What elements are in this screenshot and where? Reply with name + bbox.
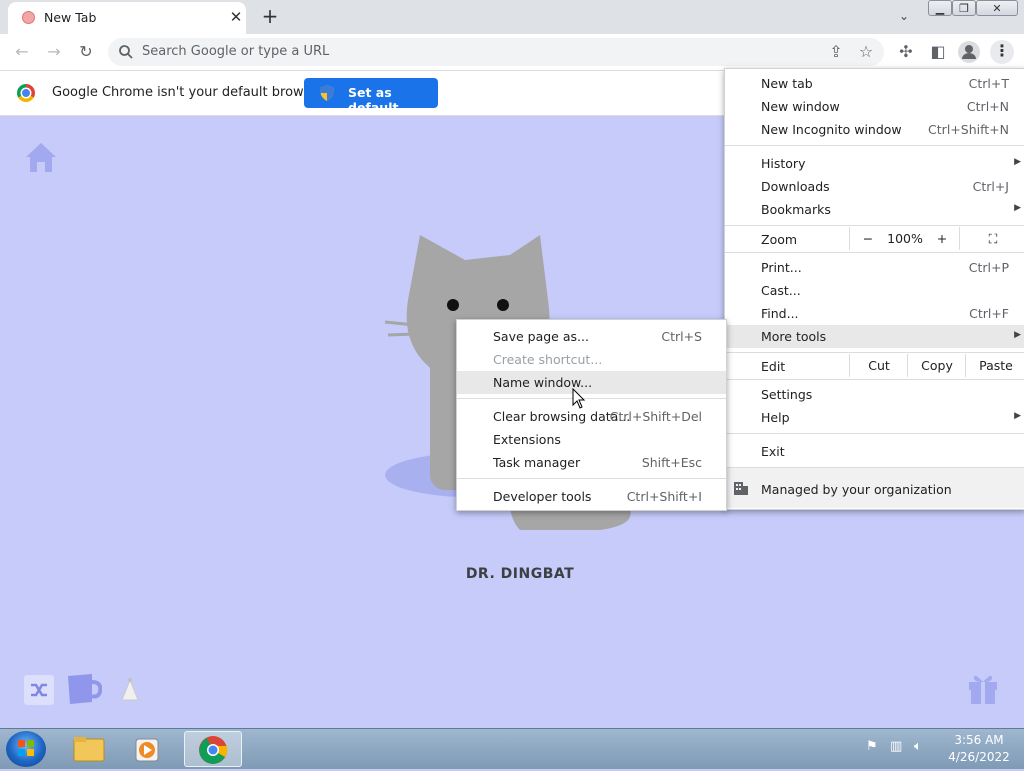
tab-new-tab[interactable]: New Tab ✕ bbox=[8, 2, 246, 34]
uac-shield-icon bbox=[320, 85, 334, 101]
menu-item-new-window[interactable]: New window Ctrl+N bbox=[725, 95, 1024, 118]
chrome-menu-kebab-icon[interactable]: ⋮ bbox=[990, 40, 1014, 64]
submenu-arrow-icon: ▶ bbox=[1014, 330, 1021, 340]
submenu-arrow-icon: ▶ bbox=[1014, 411, 1021, 421]
zoom-in-button[interactable]: + bbox=[925, 227, 959, 250]
system-tray: ⚑ ▥ 🔈︎ bbox=[862, 737, 940, 761]
menu-separator bbox=[725, 145, 1024, 146]
menu-separator bbox=[457, 478, 726, 479]
taskbar-media-player-icon[interactable] bbox=[122, 731, 174, 767]
side-panel-icon[interactable]: ◧ bbox=[926, 40, 950, 64]
window-close-button[interactable]: ✕ bbox=[976, 0, 1018, 16]
mouse-pointer-icon bbox=[572, 388, 586, 409]
window-restore-button[interactable]: ❐ bbox=[952, 0, 976, 16]
building-icon bbox=[733, 480, 749, 496]
menu-item-exit[interactable]: Exit bbox=[725, 440, 1024, 463]
menu-item-developer-tools[interactable]: Developer tools Ctrl+Shift+I bbox=[457, 485, 726, 508]
doodle-title[interactable]: DR. DINGBAT bbox=[420, 566, 620, 582]
chrome-main-menu: New tab Ctrl+T New window Ctrl+N New Incog… bbox=[724, 68, 1024, 510]
edit-copy-button[interactable]: Copy bbox=[907, 354, 966, 377]
edit-cut-button[interactable]: Cut bbox=[849, 354, 908, 377]
menu-separator bbox=[457, 398, 726, 399]
fullscreen-icon[interactable]: ⛶ bbox=[959, 227, 1024, 250]
taskbar-chrome-icon[interactable] bbox=[184, 731, 242, 767]
party-hat-icon[interactable] bbox=[120, 678, 140, 702]
submenu-arrow-icon: ▶ bbox=[1014, 157, 1021, 167]
address-bar-placeholder: Search Google or type a URL bbox=[142, 44, 330, 59]
menu-item-extensions[interactable]: Extensions bbox=[457, 428, 726, 451]
menu-item-history[interactable]: History ▶ bbox=[725, 152, 1024, 175]
menu-item-bookmarks[interactable]: Bookmarks ▶ bbox=[725, 198, 1024, 221]
new-tab-favicon-icon bbox=[22, 11, 35, 24]
search-icon bbox=[119, 45, 133, 59]
home-icon[interactable] bbox=[24, 140, 58, 174]
menu-item-new-incognito-window[interactable]: New Incognito window Ctrl+Shift+N bbox=[725, 118, 1024, 141]
menu-item-find[interactable]: Find... Ctrl+F bbox=[725, 302, 1024, 325]
browser-toolbar: ← → ↻ Search Google or type a URL ⇪ ☆ ✣ … bbox=[0, 34, 1024, 71]
back-arrow-icon[interactable]: ← bbox=[10, 40, 34, 64]
menu-item-help[interactable]: Help ▶ bbox=[725, 406, 1024, 429]
gift-icon[interactable] bbox=[966, 670, 1000, 706]
menu-item-zoom: Zoom − 100% + ⛶ bbox=[725, 227, 1024, 251]
menu-separator bbox=[725, 252, 1024, 253]
menu-item-name-window[interactable]: Name window... bbox=[457, 371, 726, 394]
start-button-windows-icon[interactable] bbox=[6, 731, 46, 767]
tab-strip: New Tab ✕ + ⌄ ▁ ❐ ✕ bbox=[0, 0, 1024, 34]
menu-item-settings[interactable]: Settings bbox=[725, 383, 1024, 406]
more-tools-submenu: Save page as... Ctrl+S Create shortcut...… bbox=[456, 319, 727, 511]
tab-close-icon[interactable]: ✕ bbox=[226, 7, 246, 27]
share-icon[interactable]: ⇪ bbox=[824, 40, 848, 64]
clock-time[interactable]: 3:56 AM bbox=[944, 733, 1014, 747]
menu-separator bbox=[725, 352, 1024, 353]
extensions-puzzle-icon[interactable]: ✣ bbox=[894, 40, 918, 64]
menu-item-cast[interactable]: Cast... bbox=[725, 279, 1024, 302]
network-icon[interactable]: ▥ bbox=[890, 739, 902, 754]
menu-separator bbox=[725, 433, 1024, 434]
edit-paste-button[interactable]: Paste bbox=[965, 354, 1024, 377]
forward-arrow-icon[interactable]: → bbox=[42, 40, 66, 64]
window-minimize-button[interactable]: ▁ bbox=[928, 0, 952, 16]
profile-avatar-icon[interactable] bbox=[958, 41, 980, 63]
tab-title: New Tab bbox=[44, 10, 97, 25]
new-tab-button[interactable]: + bbox=[258, 4, 282, 28]
action-center-flag-icon[interactable]: ⚑ bbox=[866, 739, 878, 754]
managed-by-organization[interactable]: Managed by your organization bbox=[725, 468, 1024, 508]
set-as-default-label: Set as default bbox=[348, 85, 399, 115]
chrome-logo-icon bbox=[17, 84, 35, 102]
taskbar-file-explorer-icon[interactable] bbox=[62, 731, 114, 767]
bookmark-star-icon[interactable]: ☆ bbox=[854, 40, 878, 64]
menu-item-clear-browsing-data[interactable]: Clear browsing data... Ctrl+Shift+Del bbox=[457, 405, 726, 428]
menu-separator bbox=[725, 225, 1024, 226]
menu-item-edit: Edit Cut Copy Paste bbox=[725, 354, 1024, 378]
reload-icon[interactable]: ↻ bbox=[74, 40, 98, 64]
windows-taskbar: ⚑ ▥ 🔈︎ 3:56 AM 4/26/2022 bbox=[0, 728, 1024, 769]
menu-item-save-page-as[interactable]: Save page as... Ctrl+S bbox=[457, 325, 726, 348]
address-bar[interactable]: Search Google or type a URL ⇪ ☆ bbox=[108, 38, 884, 66]
tab-search-chevron-icon[interactable]: ⌄ bbox=[894, 6, 914, 26]
menu-item-task-manager[interactable]: Task manager Shift+Esc bbox=[457, 451, 726, 474]
set-as-default-button[interactable]: Set as default bbox=[304, 78, 438, 115]
menu-item-more-tools[interactable]: More tools ▶ bbox=[725, 325, 1024, 348]
menu-item-create-shortcut: Create shortcut... bbox=[493, 352, 603, 367]
submenu-arrow-icon: ▶ bbox=[1014, 203, 1021, 213]
menu-item-downloads[interactable]: Downloads Ctrl+J bbox=[725, 175, 1024, 198]
zoom-level: 100% bbox=[887, 231, 923, 246]
menu-item-new-tab[interactable]: New tab Ctrl+T bbox=[725, 72, 1024, 95]
mug-icon[interactable] bbox=[66, 672, 102, 706]
menu-separator bbox=[725, 379, 1024, 380]
zoom-out-button[interactable]: − bbox=[849, 227, 886, 250]
shuffle-icon[interactable] bbox=[24, 675, 54, 705]
menu-item-print[interactable]: Print... Ctrl+P bbox=[725, 256, 1024, 279]
volume-speaker-icon[interactable]: 🔈︎ bbox=[914, 739, 922, 754]
clock-date[interactable]: 4/26/2022 bbox=[944, 750, 1014, 764]
infobar-message: Google Chrome isn't your default browser bbox=[52, 85, 324, 100]
